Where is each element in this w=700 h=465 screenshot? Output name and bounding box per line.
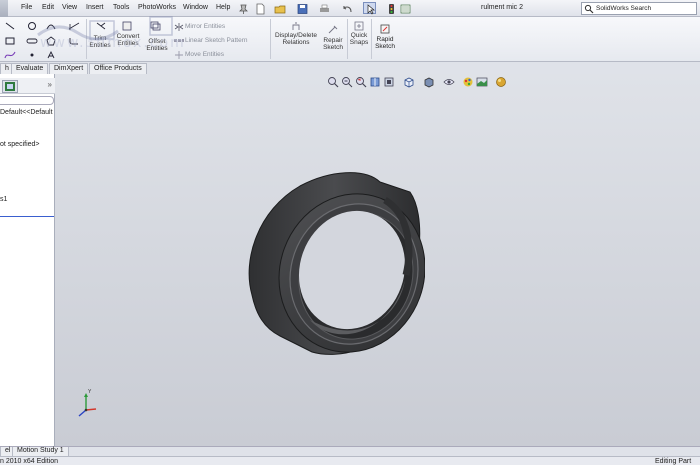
watermark-text: www.3dmox.com: [40, 35, 186, 51]
display-delete-relations-label-1: Display/Delete: [275, 32, 317, 39]
menu-photoworks[interactable]: PhotoWorks: [138, 4, 176, 11]
hide-show-icon[interactable]: [443, 76, 455, 88]
print-icon[interactable]: [317, 2, 330, 14]
zoom-area-icon[interactable]: [341, 76, 353, 88]
arc-icon[interactable]: [45, 21, 57, 31]
slot-icon[interactable]: [26, 36, 38, 46]
previous-view-icon[interactable]: [355, 76, 367, 88]
display-delete-relations-label-2: Relations: [282, 39, 310, 46]
linear-sketch-pattern-label[interactable]: Linear Sketch Pattern: [185, 37, 248, 44]
rapid-sketch-label-1: Rapid: [376, 36, 394, 43]
menu-bar: File Edit View Insert Tools PhotoWorks W…: [0, 0, 700, 17]
display-style-icon[interactable]: [423, 76, 435, 88]
smart-dimension-icon[interactable]: [68, 21, 80, 31]
expand-panel-icon[interactable]: »: [48, 80, 52, 89]
app-logo[interactable]: [0, 0, 8, 17]
repair-sketch-label-2: Sketch: [323, 44, 343, 51]
feature-tree-icon[interactable]: [2, 80, 18, 93]
quick-snaps-label-1: Quick: [350, 32, 368, 39]
trim-icon[interactable]: [95, 21, 107, 31]
rapid-sketch-label-2: Sketch: [375, 43, 395, 50]
circle-icon[interactable]: [26, 21, 38, 31]
feature-manager-toolbar: »: [0, 78, 55, 94]
quick-snaps-label-2: Snaps: [349, 39, 369, 46]
menu-edit[interactable]: Edit: [42, 4, 54, 11]
tree-item-material[interactable]: ot specified>: [0, 141, 40, 148]
open-folder-icon[interactable]: [273, 2, 286, 14]
relations-icon[interactable]: [290, 21, 302, 31]
move-icon[interactable]: [173, 50, 185, 60]
reference-triad: Y: [78, 389, 97, 417]
rollback-bar[interactable]: [0, 216, 54, 217]
offset-icon[interactable]: [150, 21, 162, 31]
menu-window[interactable]: Window: [183, 4, 208, 11]
line-icon[interactable]: [4, 21, 16, 31]
feature-manager-panel: » Default<<Default ot specified> s1: [0, 74, 57, 446]
status-mode: Editing Part: [655, 458, 692, 465]
solidworks-window: File Edit View Insert Tools PhotoWorks W…: [0, 0, 700, 465]
repair-sketch-label-1: Repair: [323, 37, 343, 44]
convert-icon[interactable]: [121, 21, 133, 31]
apply-scene-icon[interactable]: [476, 76, 488, 88]
move-entities-label[interactable]: Move Entities: [185, 51, 224, 58]
tab-evaluate[interactable]: Evaluate: [11, 63, 49, 74]
zoom-fit-icon[interactable]: [327, 76, 339, 88]
bottom-tabs: el Motion Study 1: [0, 446, 700, 457]
view-orientation-icon[interactable]: [403, 76, 415, 88]
new-document-icon[interactable]: [253, 2, 266, 15]
bearing-ring-model[interactable]: [240, 170, 425, 356]
select-icon[interactable]: [363, 2, 376, 15]
tab-dimxpert[interactable]: DimXpert: [49, 63, 89, 74]
command-tabs: h Evaluate DimXpert Office Products: [0, 62, 700, 74]
svg-text:Y: Y: [88, 389, 92, 395]
tree-item-sketch[interactable]: s1: [0, 196, 7, 203]
pin-icon[interactable]: [236, 2, 249, 14]
point-icon[interactable]: [26, 50, 38, 60]
graphics-area[interactable]: Y: [55, 74, 700, 446]
view-settings-icon[interactable]: [495, 76, 507, 88]
snaps-icon[interactable]: [353, 21, 365, 31]
tree-item-configuration[interactable]: Default<<Default: [0, 109, 53, 116]
menu-tools[interactable]: Tools: [113, 4, 129, 11]
spline-icon[interactable]: [4, 50, 16, 60]
rebuild-icon[interactable]: [384, 2, 397, 14]
section-view-icon[interactable]: [369, 76, 381, 88]
tab-office-products[interactable]: Office Products: [89, 63, 147, 74]
feature-filter-input[interactable]: [0, 96, 54, 105]
menu-view[interactable]: View: [62, 4, 77, 11]
text-icon[interactable]: [45, 50, 57, 60]
repair-icon[interactable]: [327, 25, 339, 35]
status-bar: n 2010 x64 Edition Editing Part: [0, 456, 700, 465]
search-placeholder: SolidWorks Search: [596, 5, 652, 12]
menu-file[interactable]: File: [21, 4, 32, 11]
document-title: rulment mic 2: [481, 4, 524, 11]
save-icon[interactable]: [295, 2, 308, 14]
search-icon: [584, 4, 594, 16]
mirror-entities-label[interactable]: Mirror Entities: [185, 23, 225, 30]
rectangle-icon[interactable]: [4, 36, 16, 46]
rapid-sketch-icon[interactable]: [379, 24, 391, 34]
edit-appearance-icon[interactable]: [462, 76, 474, 88]
search-input[interactable]: SolidWorks Search: [581, 2, 697, 15]
file-properties-icon[interactable]: [398, 2, 411, 14]
status-edition: n 2010 x64 Edition: [0, 458, 58, 465]
menu-help[interactable]: Help: [216, 4, 230, 11]
undo-icon[interactable]: [340, 2, 353, 14]
menu-insert[interactable]: Insert: [86, 4, 104, 11]
mirror-icon[interactable]: [173, 22, 185, 32]
dynamic-annotation-icon[interactable]: [383, 76, 395, 88]
